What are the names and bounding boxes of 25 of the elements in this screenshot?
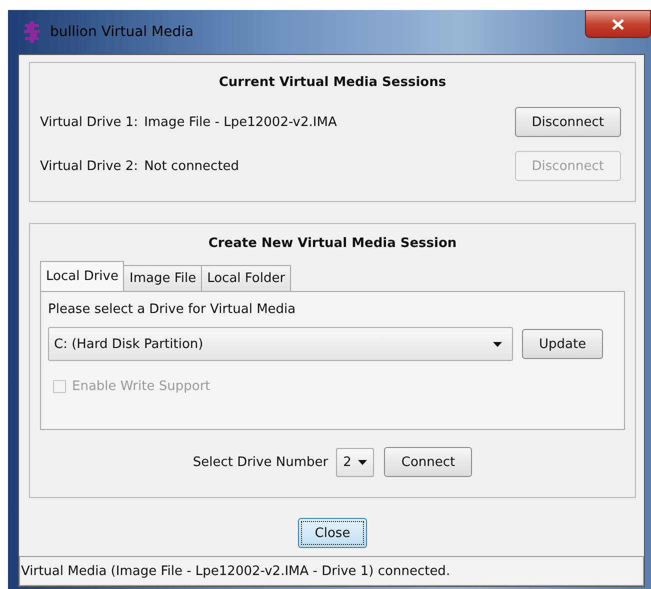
checkbox-label: Enable Write Support (72, 379, 210, 394)
close-button[interactable]: Close (298, 518, 368, 548)
prompt-text: Please select a Drive for Virtual Media (48, 302, 296, 318)
connect-button[interactable]: Connect (384, 447, 472, 478)
tab[interactable]: Image File (123, 265, 202, 292)
disconnect-button[interactable]: Disconnect (514, 107, 621, 137)
close-window-button[interactable] (585, 10, 651, 38)
app-icon (24, 21, 40, 43)
drive-number-dropdown[interactable]: 2 (336, 448, 374, 477)
caret-icon (493, 342, 502, 347)
tab[interactable]: Local Drive (40, 261, 124, 292)
drive-dropdown[interactable]: C: (Hard Disk Partition) (48, 327, 513, 362)
window-title: bullion Virtual Media (50, 24, 194, 40)
drive-number-label: Select Drive Number (192, 454, 328, 470)
status-bar: Virtual Media (Image File - Lpe12002-v2.IMA - Drive 1) connected. (19, 556, 644, 586)
caret-icon (358, 460, 368, 465)
tab[interactable]: Local Folder (201, 265, 292, 292)
drive-label: Virtual Drive 2: (40, 158, 138, 174)
update-button[interactable]: Update (522, 329, 604, 360)
group-title: Current Virtual Media Sessions (218, 74, 448, 92)
close-icon (612, 18, 624, 30)
drive-label: Virtual Drive 1: (40, 114, 138, 130)
drive-status: Not connected (144, 158, 240, 174)
drive-status: Image File - Lpe12002-v2.IMA (144, 114, 338, 130)
group-title: Create New Virtual Media Session (207, 235, 458, 254)
